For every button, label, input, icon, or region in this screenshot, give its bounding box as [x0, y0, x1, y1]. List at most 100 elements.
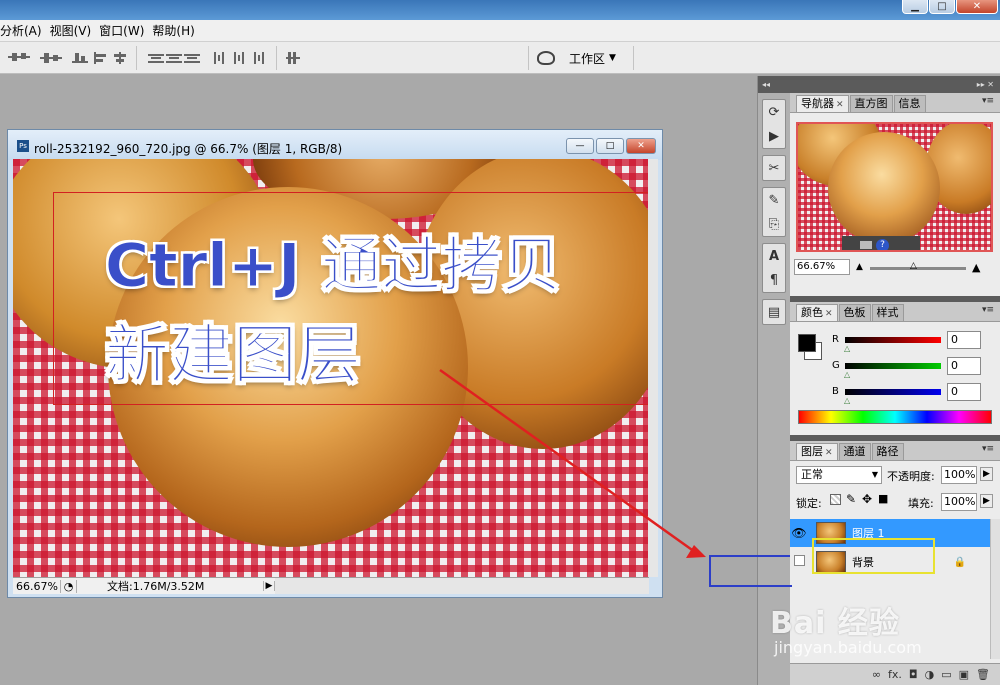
bridge-icon[interactable] [537, 51, 555, 65]
align-bottom-icon[interactable] [72, 52, 94, 64]
image-canvas[interactable]: Ctrl+J 通过拷贝 新建图层 [13, 159, 649, 577]
layer-style-icon[interactable]: fx. [888, 668, 902, 681]
help-icon[interactable]: ? [876, 238, 889, 250]
navigator-zoom[interactable]: 66.67% [794, 259, 850, 275]
close-button[interactable]: ✕ [956, 0, 998, 14]
character-icon[interactable]: A [763, 244, 785, 268]
clone-source-icon[interactable]: ⎘ [763, 212, 785, 236]
auto-align-icon[interactable] [286, 52, 308, 64]
lock-transparency-icon[interactable] [830, 494, 841, 505]
actions-icon[interactable]: ▶ [763, 124, 785, 148]
tab-color[interactable]: 颜色 ✕ [796, 304, 838, 321]
link-layers-icon[interactable]: ∞ [872, 668, 881, 681]
tab-histogram[interactable]: 直方图 [849, 95, 893, 112]
lock-all-icon[interactable]: ■ [878, 492, 888, 505]
distribute-hcenter-icon[interactable] [232, 52, 254, 64]
layer-row-selected[interactable]: 👁 图层 1 [790, 519, 996, 547]
lock-paint-icon[interactable]: ✎ [846, 492, 856, 506]
fill-arrow-icon[interactable]: ▶ [980, 494, 993, 508]
channel-g-slider[interactable] [845, 363, 941, 369]
dock-collapse-icon[interactable]: ◂◂ [758, 76, 790, 93]
maximize-button[interactable]: □ [929, 0, 955, 14]
tab-paths[interactable]: 路径 [871, 443, 904, 460]
menu-view[interactable]: 视图(V) [50, 22, 100, 39]
tab-info[interactable]: 信息 [893, 95, 926, 112]
layer-mask-icon[interactable]: ◘ [909, 668, 918, 681]
new-group-icon[interactable]: ▭ [941, 668, 951, 681]
layer-name[interactable]: 图层 1 [852, 525, 885, 541]
blend-mode-select[interactable]: 正常 ▼ [796, 466, 882, 484]
menu-analysis[interactable]: 分析(A) [0, 22, 50, 39]
doc-horizontal-scrollbar[interactable] [275, 578, 649, 594]
adjustment-layer-icon[interactable]: ◑ [925, 668, 935, 681]
opacity-arrow-icon[interactable]: ▶ [980, 467, 993, 481]
panel-menu-icon[interactable]: ▾≡ [982, 96, 994, 106]
channel-b-input[interactable]: 0 [947, 383, 981, 401]
history-icon[interactable]: ⟳ [763, 100, 785, 124]
document-status-bar: 66.67% ◔ 文档:1.76M/3.52M ▶ [13, 577, 649, 594]
align-hcenter-icon[interactable] [112, 52, 134, 64]
channel-r-input[interactable]: 0 [947, 331, 981, 349]
tab-styles[interactable]: 样式 [871, 304, 904, 321]
menu-window[interactable]: 窗口(W) [99, 22, 152, 39]
slider-thumb-icon[interactable]: △ [844, 370, 850, 379]
zoom-slider-thumb[interactable]: △ [910, 261, 917, 271]
tool-presets-icon[interactable]: ✂ [763, 156, 785, 180]
menu-help[interactable]: 帮助(H) [152, 22, 202, 39]
zoom-out-icon[interactable]: ▲ [856, 262, 863, 272]
new-layer-icon[interactable]: ▣ [959, 668, 969, 681]
toolbar-separator [276, 46, 277, 70]
workspace-menu[interactable]: 工作区 ▼ [528, 46, 634, 70]
visibility-box-icon[interactable] [790, 555, 808, 569]
foreground-color-swatch[interactable] [798, 334, 816, 352]
doc-maximize-button[interactable]: □ [596, 138, 624, 154]
channel-g-input[interactable]: 0 [947, 357, 981, 375]
tab-layers[interactable]: 图层 ✕ [796, 443, 838, 460]
distribute-right-icon[interactable] [252, 52, 274, 64]
paragraph-icon[interactable]: ¶ [763, 268, 785, 292]
panel-collapse-icon[interactable]: ▸▸ ✕ [790, 76, 1000, 93]
panel-menu-icon[interactable]: ▾≡ [982, 305, 994, 315]
navigator-preview[interactable]: ? [796, 122, 993, 252]
document-titlebar[interactable]: Ps roll-2532192_960_720.jpg @ 66.7% (图层 … [8, 130, 662, 160]
status-menu-arrow-icon[interactable]: ▶ [263, 581, 275, 591]
tab-channels[interactable]: 通道 [838, 443, 871, 460]
menu-bar: 分析(A) 视图(V) 窗口(W) 帮助(H) [0, 20, 1000, 42]
slider-thumb-icon[interactable]: △ [844, 344, 850, 353]
layers-vertical-scrollbar[interactable] [990, 519, 1000, 659]
slider-thumb-icon[interactable]: △ [844, 396, 850, 405]
fill-input[interactable]: 100% [941, 493, 977, 511]
channel-r-slider[interactable] [845, 337, 941, 343]
brushes-icon[interactable]: ✎ [763, 188, 785, 212]
layer-row[interactable]: 背景 🔒 [790, 548, 996, 576]
distribute-bottom-icon[interactable] [184, 52, 206, 64]
lock-move-icon[interactable]: ✥ [862, 492, 872, 506]
tab-navigator[interactable]: 导航器 ✕ [796, 95, 849, 112]
distribute-left-icon[interactable] [212, 52, 234, 64]
doc-close-button[interactable]: ✕ [626, 138, 656, 154]
layer-comps-icon[interactable]: ▤ [763, 300, 785, 324]
panel-menu-icon[interactable]: ▾≡ [982, 444, 994, 454]
color-tabs: 颜色 ✕ 色板 样式 ▾≡ [790, 302, 1000, 322]
doc-minimize-button[interactable]: — [566, 138, 594, 154]
status-info-icon[interactable]: ◔ [61, 579, 77, 593]
navigator-panel: ? 66.67% ▲ △ ▲ [790, 113, 1000, 296]
zoom-level[interactable]: 66.67% [13, 579, 61, 593]
zoom-slider[interactable] [870, 267, 966, 270]
align-vcenter-icon[interactable] [40, 52, 62, 64]
layer-name[interactable]: 背景 [852, 554, 874, 570]
doc-vertical-scrollbar[interactable] [648, 159, 658, 577]
align-top-icon[interactable] [8, 52, 30, 64]
lock-label: 锁定: [796, 497, 822, 510]
arrowhead-icon [686, 545, 706, 558]
eye-icon[interactable]: 👁 [790, 526, 808, 540]
color-spectrum-ramp[interactable] [798, 410, 992, 424]
minimize-button[interactable]: ▁ [902, 0, 928, 14]
delete-layer-icon[interactable]: 🗑 [976, 668, 990, 681]
zoom-in-icon[interactable]: ▲ [972, 261, 980, 274]
navigator-overlay-bar: ? [842, 236, 920, 250]
channel-b-slider[interactable] [845, 389, 941, 395]
align-left-icon[interactable] [92, 52, 114, 64]
tab-swatches[interactable]: 色板 [838, 304, 871, 321]
opacity-input[interactable]: 100% [941, 466, 977, 484]
